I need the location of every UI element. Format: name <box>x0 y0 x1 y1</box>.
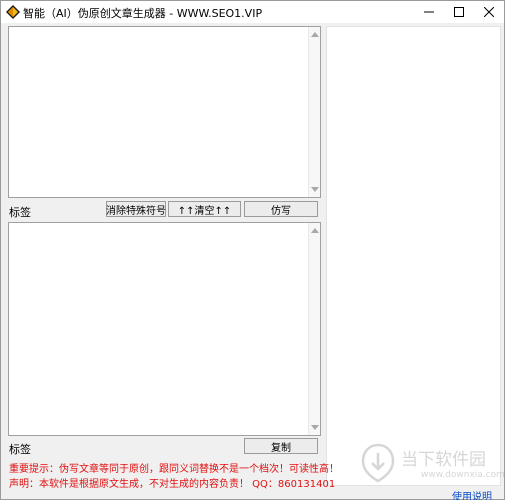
scroll-down-arrow-icon[interactable] <box>311 187 319 192</box>
minimize-icon <box>424 11 434 13</box>
clear-up-button[interactable]: ↑↑清空↑↑ <box>168 201 241 217</box>
scroll-up-arrow-icon[interactable] <box>311 32 319 37</box>
source-scrollbar[interactable] <box>308 27 320 197</box>
copy-button[interactable]: 复制 <box>244 438 318 454</box>
disclaimer-notice: 声明：本软件是根据原文生成，不对生成的内容负责！ QQ：860131401 <box>9 479 336 490</box>
app-window: 智能（AI）伪原创文章生成器 - WWW.SEO1.VIP 标签 消除特殊符号 … <box>0 0 505 500</box>
maximize-icon <box>454 7 464 17</box>
watermark-text: 当下软件园 <box>401 450 486 470</box>
right-panel <box>326 26 501 486</box>
watermark-url: www.downxia.com <box>421 470 505 480</box>
help-link[interactable]: 使用说明 <box>452 488 492 500</box>
important-notice: 重要提示：伪写文章等同于原创，跟同义词替换不是一个档次！可读性高！ <box>9 464 339 475</box>
watermark: 当下软件园 www.downxia.com <box>361 439 505 487</box>
scroll-down-arrow-icon[interactable] <box>311 425 319 430</box>
downxia-logo-icon <box>361 443 395 483</box>
clear-special-chars-button[interactable]: 消除特殊符号 <box>106 201 166 217</box>
diamond-app-icon <box>6 5 20 19</box>
close-icon <box>484 7 494 17</box>
source-text-area[interactable] <box>8 26 321 198</box>
title-bar[interactable]: 智能（AI）伪原创文章生成器 - WWW.SEO1.VIP <box>1 1 504 23</box>
source-label: 标签 <box>9 206 31 219</box>
maximize-button[interactable] <box>444 1 474 23</box>
scroll-up-arrow-icon[interactable] <box>311 228 319 233</box>
result-text-area[interactable] <box>8 222 321 436</box>
close-button[interactable] <box>474 1 504 23</box>
rewrite-button[interactable]: 仿写 <box>244 201 318 217</box>
result-scrollbar[interactable] <box>308 223 320 435</box>
minimize-button[interactable] <box>414 1 444 23</box>
window-title: 智能（AI）伪原创文章生成器 - WWW.SEO1.VIP <box>23 7 263 20</box>
result-label: 标签 <box>9 443 31 456</box>
